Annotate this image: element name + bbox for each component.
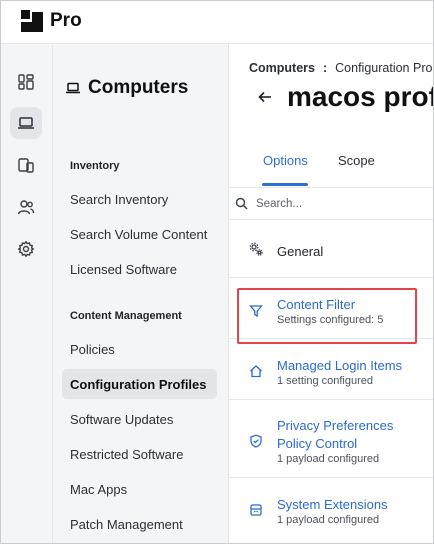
settings-icon[interactable] — [10, 233, 42, 265]
breadcrumb-current: Configuration Pro — [335, 61, 433, 75]
sidebar-item-licensed-software[interactable]: Licensed Software — [62, 254, 217, 284]
payload-subtitle: 1 setting configured — [277, 375, 374, 387]
home-icon — [250, 365, 262, 378]
devices-icon[interactable] — [10, 149, 42, 181]
gears-icon — [249, 242, 263, 256]
sidebar-item-search-inventory[interactable]: Search Inventory — [62, 184, 217, 214]
computer-icon[interactable] — [10, 107, 42, 139]
payload-title: General — [277, 244, 324, 259]
top-bar: Pro — [1, 1, 433, 44]
sidebar-header: Computers — [65, 77, 188, 99]
tab-scope[interactable]: Scope — [338, 153, 375, 168]
payload-title-line1[interactable]: Privacy Preferences — [277, 418, 393, 433]
payload-title[interactable]: System Extensions — [277, 497, 388, 512]
section-label-content-management: Content Management — [70, 310, 182, 322]
back-arrow-icon[interactable] — [257, 89, 273, 105]
tab-bar: Options Scope — [229, 144, 433, 188]
dashboard-icon[interactable] — [10, 66, 42, 98]
payload-subtitle: 1 payload configured — [277, 453, 380, 465]
sidebar-item-mac-apps[interactable]: Mac Apps — [62, 474, 217, 504]
active-tab-indicator — [262, 183, 308, 186]
search-input[interactable] — [256, 197, 416, 210]
computers-sidebar: Computers Inventory Search Inventory Sea… — [53, 44, 229, 543]
payload-row-general[interactable]: General — [229, 220, 433, 278]
sidebar-item-policies[interactable]: Policies — [62, 334, 217, 364]
highlight-box — [237, 288, 417, 344]
brand-logo-icon — [21, 10, 43, 32]
page-title: macos prof — [287, 81, 433, 112]
breadcrumb-root[interactable]: Computers — [249, 61, 315, 75]
brand-name: Pro — [50, 10, 82, 31]
breadcrumb: Computers: Configuration Pro — [249, 61, 432, 75]
sidebar-item-search-volume-content[interactable]: Search Volume Content — [62, 219, 217, 249]
users-icon[interactable] — [10, 191, 42, 223]
tab-options[interactable]: Options — [263, 153, 308, 168]
payload-row-managed-login-items[interactable]: Managed Login Items 1 setting configured — [229, 339, 433, 400]
title-row: macos prof — [257, 81, 433, 113]
payload-subtitle: 1 payload configured — [277, 514, 380, 526]
payload-row-privacy-preferences[interactable]: Privacy Preferences Policy Control 1 pay… — [229, 400, 433, 478]
search-icon — [235, 197, 248, 210]
icon-rail — [1, 44, 53, 543]
sidebar-item-configuration-profiles[interactable]: Configuration Profiles — [62, 369, 217, 399]
laptop-icon — [66, 82, 80, 94]
breadcrumb-separator: : — [322, 61, 328, 75]
section-label-inventory: Inventory — [70, 160, 120, 172]
sidebar-item-software-updates[interactable]: Software Updates — [62, 404, 217, 434]
sidebar-item-patch-management[interactable]: Patch Management — [62, 509, 217, 539]
app-window: Pro Computers Inventory Search Inventory… — [0, 0, 434, 544]
shield-icon — [250, 434, 262, 448]
payload-title[interactable]: Managed Login Items — [277, 358, 402, 373]
payload-title-line2[interactable]: Policy Control — [277, 436, 357, 451]
payload-row-system-extensions[interactable]: System Extensions 1 payload configured — [229, 478, 433, 543]
sidebar-title: Computers — [88, 77, 189, 98]
sidebar-item-restricted-software[interactable]: Restricted Software — [62, 439, 217, 469]
extension-icon — [250, 504, 262, 516]
payload-search — [229, 188, 433, 220]
